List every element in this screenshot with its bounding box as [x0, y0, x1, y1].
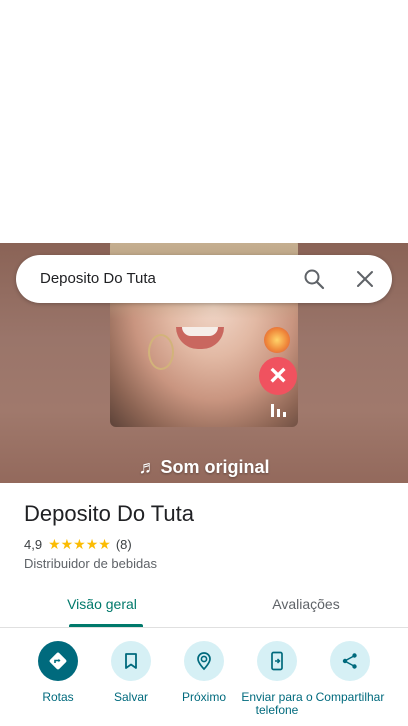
save-button[interactable]: Salvar: [91, 641, 171, 704]
send-to-phone-label: Enviar para o telefone: [241, 690, 313, 717]
tab-reviews[interactable]: Avaliações: [204, 586, 408, 628]
rating-row[interactable]: 4,9 ★★★★★ (8): [24, 536, 132, 553]
share-button[interactable]: Compartilhar: [310, 641, 390, 704]
place-title: Deposito Do Tuta: [24, 501, 194, 526]
close-icon[interactable]: [353, 267, 377, 291]
directions-button[interactable]: Rotas: [18, 641, 98, 704]
place-category: Distribuidor de bebidas: [24, 556, 157, 571]
directions-icon[interactable]: [38, 641, 78, 681]
tab-overview[interactable]: Visão geral: [0, 586, 204, 628]
sound-label: Som original: [160, 457, 270, 477]
share-label: Compartilhar: [315, 690, 385, 704]
search-input[interactable]: Deposito Do Tuta: [40, 255, 156, 303]
heart-sticker-icon: [264, 327, 290, 353]
share-icon[interactable]: [330, 641, 370, 681]
star-rating: ★★★★★: [48, 536, 111, 552]
directions-label: Rotas: [42, 690, 74, 704]
nearby-label: Próximo: [181, 690, 226, 704]
nearby-icon[interactable]: [184, 641, 224, 681]
review-count: (8): [115, 537, 132, 552]
nearby-button[interactable]: Próximo: [164, 641, 244, 704]
rating-value: 4,9: [24, 537, 43, 552]
active-tab-indicator: [69, 624, 143, 627]
send-to-phone-button[interactable]: Enviar para o telefone: [237, 641, 317, 717]
close-sticker-icon: ×: [259, 357, 297, 395]
action-row: Rotas Salvar Próximo Enviar para o telef…: [0, 641, 408, 726]
search-bar[interactable]: Deposito Do Tuta: [16, 255, 392, 303]
tab-bar: Visão geral Avaliações: [0, 586, 408, 628]
search-icon[interactable]: [302, 267, 326, 291]
music-note-icon: ♬: [138, 457, 157, 477]
save-label: Salvar: [113, 690, 148, 704]
sound-label-row: ♬ Som original: [0, 457, 408, 478]
map-blank-area: [0, 0, 408, 243]
teeth: [182, 327, 218, 336]
earring: [148, 334, 174, 370]
audio-bars-icon: [271, 404, 286, 417]
bookmark-icon[interactable]: [111, 641, 151, 681]
send-to-phone-icon[interactable]: [257, 641, 297, 681]
place-sheet: Deposito Do Tuta 4,9 ★★★★★ (8) Distribui…: [0, 483, 408, 726]
